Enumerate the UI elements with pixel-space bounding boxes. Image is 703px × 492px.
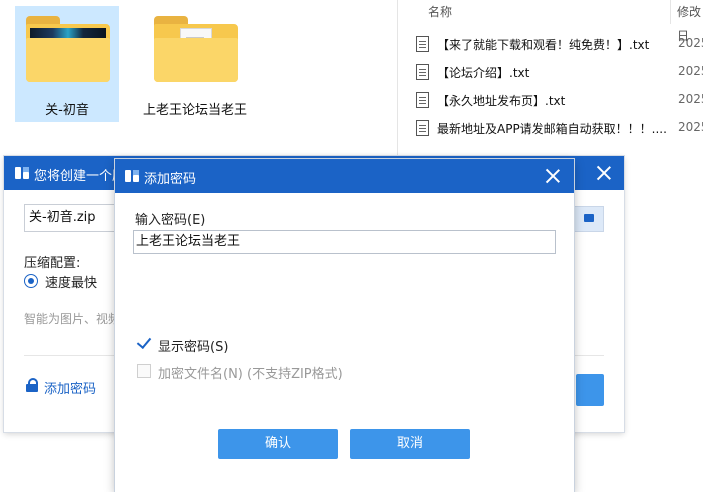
text-file-icon bbox=[416, 120, 429, 136]
add-password-dialog: 添加密码 输入密码(E) 上老王论坛当老王 显示密码(S) 加密文件名(N) (… bbox=[115, 159, 574, 492]
speed-radio[interactable] bbox=[24, 274, 38, 288]
dialog-title: 您将创建一个压 bbox=[34, 169, 126, 184]
column-header-modified[interactable]: 修改日 bbox=[677, 0, 703, 43]
file-list: 名称 修改日 【来了就能下载和观看！纯免费！】.txt 2025 【论坛介绍】.… bbox=[397, 0, 703, 160]
file-date: 2025 bbox=[678, 120, 703, 134]
file-row[interactable]: 【来了就能下载和观看！纯免费！】.txt 2025 bbox=[416, 33, 703, 55]
text-file-icon bbox=[416, 64, 429, 80]
folder-view: 关-初音 上老王论坛当老王 bbox=[0, 0, 397, 155]
password-input[interactable]: 上老王论坛当老王 bbox=[133, 230, 556, 254]
file-date: 2025 bbox=[678, 36, 703, 50]
file-date: 2025 bbox=[678, 64, 703, 78]
folder-name: 关-初音 bbox=[45, 103, 89, 118]
config-label: 压缩配置: bbox=[24, 256, 81, 271]
app-logo-icon bbox=[14, 165, 30, 181]
folder-tile-laowang[interactable]: 上老王论坛当老王 bbox=[143, 6, 247, 122]
close-icon[interactable] bbox=[545, 168, 561, 184]
lock-icon bbox=[26, 378, 38, 392]
file-row[interactable]: 【论坛介绍】.txt 2025 bbox=[416, 61, 703, 83]
folder-icon bbox=[26, 16, 110, 84]
confirm-button[interactable]: 确认 bbox=[218, 429, 338, 459]
file-name: 【永久地址发布页】.txt bbox=[437, 94, 566, 108]
add-password-link[interactable]: 添加密码 bbox=[44, 378, 96, 397]
folder-icon bbox=[154, 16, 238, 84]
file-name: 最新地址及APP请发邮箱自动获取！！！.... bbox=[437, 122, 667, 136]
file-row[interactable]: 最新地址及APP请发邮箱自动获取！！！.... 2025 bbox=[416, 117, 703, 139]
dialog-title: 添加密码 bbox=[144, 172, 197, 187]
column-header-name[interactable]: 名称 bbox=[428, 0, 452, 24]
encrypt-filenames-label: 加密文件名(N) (不支持ZIP格式) bbox=[158, 367, 343, 382]
password-input-label: 输入密码(E) bbox=[135, 213, 206, 228]
encrypt-filenames-checkbox[interactable] bbox=[137, 364, 151, 378]
folder-name: 上老王论坛当老王 bbox=[143, 103, 248, 118]
smart-hint-text: 智能为图片、视频 bbox=[24, 312, 121, 326]
folder-tile-chuyin[interactable]: 关-初音 bbox=[15, 6, 119, 122]
archive-filename-field[interactable]: 关-初音.zip bbox=[24, 204, 125, 232]
browse-folder-button[interactable] bbox=[574, 206, 604, 232]
close-icon[interactable] bbox=[596, 165, 612, 181]
text-file-icon bbox=[416, 92, 429, 108]
file-date: 2025 bbox=[678, 92, 703, 106]
dialog-titlebar: 添加密码 bbox=[115, 159, 574, 193]
file-name: 【论坛介绍】.txt bbox=[437, 66, 530, 80]
cancel-button[interactable]: 取消 bbox=[350, 429, 470, 459]
app-logo-icon bbox=[124, 168, 140, 184]
file-row[interactable]: 【永久地址发布页】.txt 2025 bbox=[416, 89, 703, 111]
show-password-checkbox[interactable] bbox=[137, 335, 151, 349]
file-name: 【来了就能下载和观看！纯免费！】.txt bbox=[437, 38, 650, 52]
start-compress-button[interactable] bbox=[576, 374, 604, 406]
speed-radio-label[interactable]: 速度最快 bbox=[45, 272, 97, 291]
text-file-icon bbox=[416, 36, 429, 52]
show-password-label[interactable]: 显示密码(S) bbox=[158, 336, 228, 355]
